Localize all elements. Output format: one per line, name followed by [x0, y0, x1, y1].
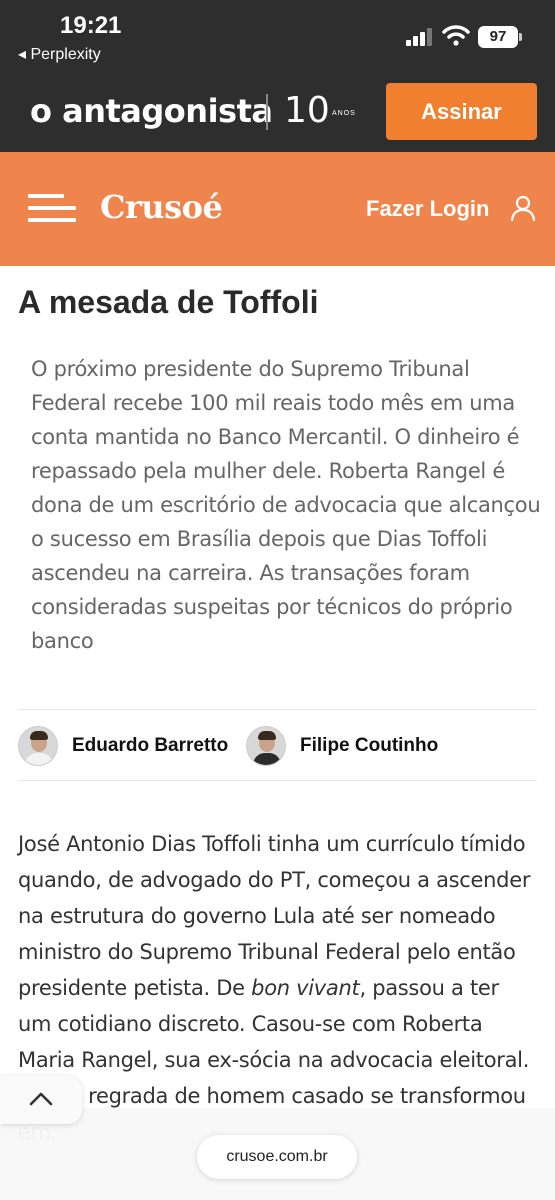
article-title: A mesada de Toffoli	[18, 284, 319, 320]
site-logo[interactable]: o antagonista	[30, 92, 273, 130]
battery-indicator: 97	[478, 26, 522, 48]
status-bar: 19:21 ◂ Perplexity 97	[0, 0, 555, 78]
wifi-icon	[442, 25, 470, 46]
article-lede: O próximo presidente do Supremo Tribunal…	[31, 357, 541, 653]
avatar	[18, 726, 58, 766]
anniversary-label: ANOS	[332, 110, 356, 117]
cellular-signal-icon	[406, 28, 432, 46]
crusoe-logo[interactable]: Crusoé	[100, 188, 223, 226]
body-italic-term: bon vivant	[251, 976, 360, 1000]
login-link[interactable]: Fazer Login	[366, 196, 489, 222]
author-name: Filipe Coutinho	[300, 735, 439, 756]
chevron-up-icon	[29, 1092, 53, 1106]
site-header: o antagonista 10 ANOS Assinar	[0, 78, 555, 152]
clock: 19:21	[60, 12, 122, 39]
subscribe-button[interactable]: Assinar	[386, 83, 537, 140]
anniversary-badge: 10 ANOS	[284, 90, 364, 134]
author-byline: Eduardo Barretto Filipe Coutinho	[18, 709, 537, 781]
avatar	[246, 726, 286, 766]
publication-nav-bar: Crusoé Fazer Login	[0, 152, 555, 266]
address-bar[interactable]: crusoe.com.br	[197, 1135, 357, 1179]
anniversary-number: 10	[284, 90, 330, 131]
user-icon[interactable]	[510, 195, 536, 221]
author-eduardo[interactable]: Eduardo Barretto	[18, 726, 228, 766]
scroll-to-top-button[interactable]	[0, 1076, 82, 1124]
back-to-app-link[interactable]: ◂ Perplexity	[18, 44, 101, 64]
logo-divider	[266, 94, 268, 130]
article-body: José Antonio Dias Toffoli tinha um currí…	[18, 826, 538, 1150]
author-name: Eduardo Barretto	[72, 735, 229, 756]
body-text-part: José Antonio Dias Toffoli tinha um currí…	[18, 832, 531, 1000]
menu-icon[interactable]	[28, 190, 76, 226]
author-filipe[interactable]: Filipe Coutinho	[246, 726, 438, 766]
